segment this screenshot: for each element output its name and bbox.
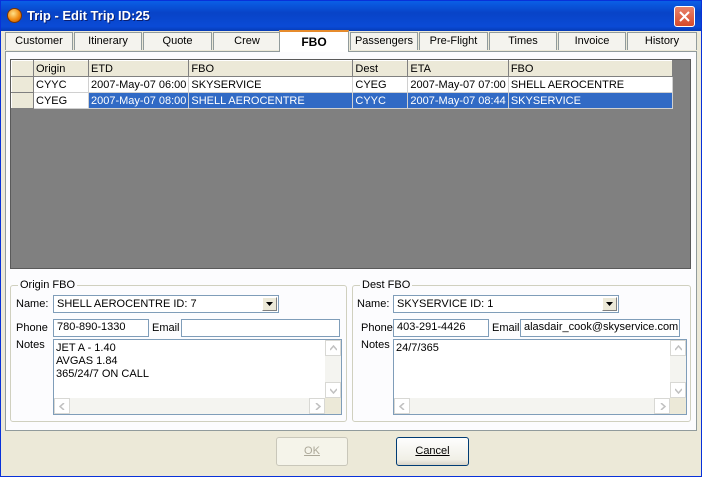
scroll-left-button[interactable] xyxy=(394,398,410,414)
cell-origin[interactable]: CYEG xyxy=(33,92,89,109)
app-icon xyxy=(7,8,22,23)
origin-notes-label: Notes xyxy=(16,339,45,351)
tab-invoice[interactable]: Invoice xyxy=(558,32,626,50)
row-indicator-header xyxy=(11,60,34,77)
column-header-origin-fbo[interactable]: FBO xyxy=(188,60,354,77)
cell-dest-fbo[interactable]: SKYSERVICE xyxy=(507,92,673,109)
origin-name-label: Name: xyxy=(16,298,49,310)
cell-dest-fbo[interactable]: SHELL AEROCENTRE xyxy=(507,76,673,93)
dest-fbo-name-select[interactable]: SKYSERVICE ID: 1 xyxy=(393,295,619,313)
tab-itinerary[interactable]: Itinerary xyxy=(74,32,142,50)
origin-phone-label: Phone xyxy=(16,322,48,334)
column-header-dest[interactable]: Dest xyxy=(352,60,409,77)
cell-eta[interactable]: 2007-May-07 07:00 xyxy=(407,76,509,93)
cell-eta[interactable]: 2007-May-07 08:44 xyxy=(407,92,509,109)
chevron-right-icon xyxy=(660,403,666,410)
dest-notes-horizontal-scrollbar[interactable] xyxy=(394,398,670,414)
close-icon xyxy=(679,11,690,22)
dest-fbo-dropdown-button[interactable] xyxy=(602,297,617,311)
legs-table: Origin ETD FBO Dest ETA FBO CYYC 2007-Ma… xyxy=(11,60,673,109)
close-button[interactable] xyxy=(674,6,695,27)
origin-email-input[interactable] xyxy=(181,319,340,337)
window-title: Trip - Edit Trip ID:25 xyxy=(27,8,150,23)
chevron-left-icon xyxy=(59,403,65,410)
column-header-origin[interactable]: Origin xyxy=(33,60,89,77)
tab-customer[interactable]: Customer xyxy=(5,32,73,50)
origin-email-label: Email xyxy=(152,322,180,334)
tab-times[interactable]: Times xyxy=(489,32,557,50)
origin-fbo-dropdown-button[interactable] xyxy=(262,297,277,311)
origin-notes-horizontal-scrollbar[interactable] xyxy=(54,398,325,414)
dest-fbo-name-value: SKYSERVICE ID: 1 xyxy=(397,298,494,310)
scroll-left-button[interactable] xyxy=(54,398,70,414)
column-header-etd[interactable]: ETD xyxy=(87,60,190,77)
dest-phone-input[interactable]: 403-291-4426 xyxy=(393,319,489,337)
chevron-left-icon xyxy=(399,403,405,410)
ok-button[interactable]: OK xyxy=(276,437,348,466)
tab-strip: Customer Itinerary Quote Crew FBO Passen… xyxy=(5,30,697,52)
row-indicator[interactable] xyxy=(11,76,34,93)
scroll-down-button[interactable] xyxy=(670,382,686,398)
grid-header-row: Origin ETD FBO Dest ETA FBO xyxy=(11,60,673,77)
row-indicator[interactable] xyxy=(11,92,34,109)
dest-notes-label: Notes xyxy=(361,339,390,351)
cancel-button-label: Cancel xyxy=(415,445,450,457)
cell-etd[interactable]: 2007-May-07 08:00 xyxy=(87,92,190,109)
dest-notes-text: 24/7/365 xyxy=(396,342,439,354)
tab-history[interactable]: History xyxy=(627,32,697,50)
scroll-corner xyxy=(325,398,341,414)
cell-origin[interactable]: CYYC xyxy=(33,76,89,93)
cell-origin-fbo[interactable]: SKYSERVICE xyxy=(188,76,354,93)
origin-notes-textarea[interactable]: JET A - 1.40 AVGAS 1.84 365/24/7 ON CALL xyxy=(53,339,342,415)
scroll-corner xyxy=(670,398,686,414)
dest-email-label: Email xyxy=(492,322,520,334)
scroll-up-button[interactable] xyxy=(325,340,341,356)
origin-fbo-name-value: SHELL AEROCENTRE ID: 7 xyxy=(57,298,197,310)
tab-passengers[interactable]: Passengers xyxy=(350,32,418,50)
dest-email-input[interactable]: alasdair_cook@skyservice.com xyxy=(520,319,680,337)
column-header-dest-fbo[interactable]: FBO xyxy=(507,60,673,77)
chevron-down-icon xyxy=(330,388,337,394)
title-bar[interactable]: Trip - Edit Trip ID:25 xyxy=(1,1,701,31)
ok-button-label: OK xyxy=(304,445,320,457)
dest-notes-vertical-scrollbar[interactable] xyxy=(670,340,686,398)
chevron-up-icon xyxy=(675,345,682,351)
origin-phone-input[interactable]: 780-890-1330 xyxy=(53,319,149,337)
tab-pre-flight[interactable]: Pre-Flight xyxy=(419,32,488,50)
chevron-up-icon xyxy=(330,345,337,351)
tab-quote[interactable]: Quote xyxy=(143,32,212,50)
tab-crew[interactable]: Crew xyxy=(213,32,281,50)
table-row-selected[interactable]: CYEG 2007-May-07 08:00 SHELL AEROCENTRE … xyxy=(11,92,673,109)
dest-phone-label: Phone xyxy=(361,322,393,334)
legs-grid[interactable]: Origin ETD FBO Dest ETA FBO CYYC 2007-Ma… xyxy=(10,59,691,269)
chevron-down-icon xyxy=(266,302,273,306)
tab-fbo[interactable]: FBO xyxy=(279,30,349,52)
origin-fbo-name-select[interactable]: SHELL AEROCENTRE ID: 7 xyxy=(53,295,279,313)
scroll-up-button[interactable] xyxy=(670,340,686,356)
scroll-down-button[interactable] xyxy=(325,382,341,398)
dest-notes-textarea[interactable]: 24/7/365 xyxy=(393,339,687,415)
origin-notes-text: JET A - 1.40 AVGAS 1.84 365/24/7 ON CALL xyxy=(56,342,149,380)
trip-edit-window: Trip - Edit Trip ID:25 Customer Itinerar… xyxy=(0,0,702,477)
cell-dest[interactable]: CYEG xyxy=(352,76,409,93)
cell-etd[interactable]: 2007-May-07 06:00 xyxy=(87,76,190,93)
dest-name-label: Name: xyxy=(357,298,390,310)
chevron-down-icon xyxy=(606,302,613,306)
chevron-down-icon xyxy=(675,388,682,394)
cell-dest[interactable]: CYYC xyxy=(352,92,409,109)
table-row[interactable]: CYYC 2007-May-07 06:00 SKYSERVICE CYEG 2… xyxy=(11,76,673,93)
cell-origin-fbo[interactable]: SHELL AEROCENTRE xyxy=(188,92,354,109)
chevron-right-icon xyxy=(315,403,321,410)
cancel-button[interactable]: Cancel xyxy=(396,437,469,466)
column-header-eta[interactable]: ETA xyxy=(407,60,509,77)
scroll-right-button[interactable] xyxy=(309,398,325,414)
dest-fbo-legend: Dest FBO xyxy=(360,279,413,291)
origin-notes-vertical-scrollbar[interactable] xyxy=(325,340,341,398)
origin-fbo-legend: Origin FBO xyxy=(18,279,78,291)
scroll-right-button[interactable] xyxy=(654,398,670,414)
